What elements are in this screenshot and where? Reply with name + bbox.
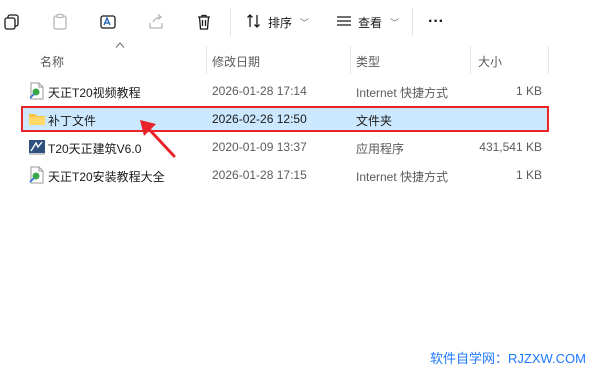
watermark-text: 软件自学网：RJZXW.COM [430, 351, 586, 366]
file-modified: 2026-01-28 17:14 [212, 84, 307, 98]
chevron-down-icon: ﹀ [390, 17, 400, 28]
column-divider[interactable] [350, 46, 351, 74]
file-type: Internet 快捷方式 [356, 170, 449, 184]
more-options-button[interactable]: ··· [428, 10, 444, 34]
file-modified: 2026-02-26 12:50 [212, 112, 307, 126]
file-row[interactable]: T20天正建筑V6.0 2020-01-09 13:37 应用程序 431,54… [22, 135, 548, 159]
view-label: 查看 [358, 15, 383, 30]
file-size: 1 KB [515, 168, 542, 182]
file-name: T20天正建筑V6.0 [48, 142, 142, 156]
internet-shortcut-icon [28, 82, 46, 100]
paste-icon[interactable] [48, 10, 72, 34]
sort-button[interactable]: 排序 ﹀ [246, 10, 309, 34]
column-header-type[interactable]: 类型 [356, 53, 380, 70]
file-row[interactable]: 天正T20安装教程大全 2026-01-28 17:15 Internet 快捷… [22, 163, 548, 187]
file-size: 1 KB [515, 84, 542, 98]
file-name: 天正T20安装教程大全 [48, 170, 165, 184]
file-name: 天正T20视频教程 [48, 86, 141, 100]
file-type: 应用程序 [356, 142, 405, 156]
toolbar-divider [412, 8, 413, 36]
file-type: 文件夹 [356, 114, 393, 128]
column-header-size[interactable]: 大小 [478, 53, 502, 70]
sort-label: 排序 [268, 15, 293, 30]
column-header-bar: 名称 修改日期 类型 大小 [0, 46, 600, 74]
toolbar-divider [230, 8, 231, 36]
file-type: Internet 快捷方式 [356, 86, 449, 100]
column-divider[interactable] [548, 46, 549, 74]
command-bar: 排序 ﹀ 查看 ﹀ ··· [0, 0, 600, 44]
file-row[interactable]: 天正T20视频教程 2026-01-28 17:14 Internet 快捷方式… [22, 79, 548, 103]
file-name: 补丁文件 [48, 114, 97, 128]
sort-icon [246, 13, 262, 32]
view-icon [336, 13, 352, 32]
view-button[interactable]: 查看 ﹀ [336, 10, 399, 34]
file-modified: 2020-01-09 13:37 [212, 140, 307, 154]
column-divider[interactable] [206, 46, 207, 74]
share-icon[interactable] [144, 10, 168, 34]
file-modified: 2026-01-28 17:15 [212, 168, 307, 182]
application-icon [28, 138, 46, 156]
column-header-name[interactable]: 名称 [40, 53, 64, 70]
annotation-arrow-icon [140, 120, 176, 158]
column-divider[interactable] [470, 46, 471, 74]
internet-shortcut-icon [28, 166, 46, 184]
rename-icon[interactable] [96, 10, 120, 34]
copy-icon[interactable] [0, 10, 24, 34]
file-row-selected[interactable]: 补丁文件 2026-02-26 12:50 文件夹 [21, 106, 549, 132]
folder-icon [28, 110, 46, 128]
file-size: 431,541 KB [479, 140, 542, 154]
chevron-down-icon: ﹀ [300, 17, 310, 28]
column-header-modified[interactable]: 修改日期 [212, 53, 260, 70]
delete-icon[interactable] [192, 10, 216, 34]
